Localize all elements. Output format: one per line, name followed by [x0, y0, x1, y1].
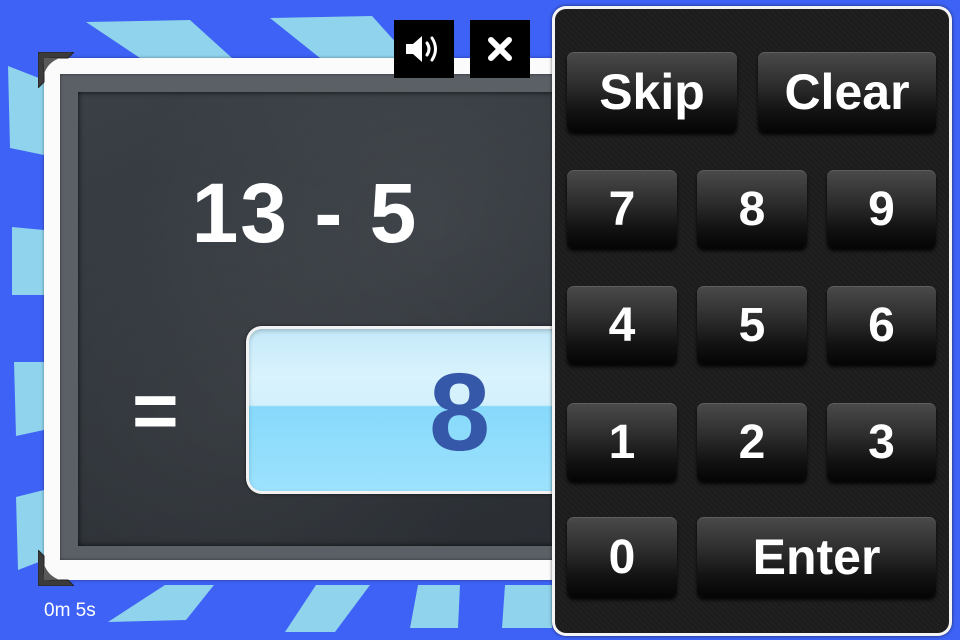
equals-sign: =: [132, 366, 179, 455]
key-3[interactable]: 3: [827, 403, 936, 481]
answer-field[interactable]: 8: [246, 326, 586, 494]
key-7[interactable]: 7: [567, 170, 677, 248]
clear-button[interactable]: Clear: [758, 52, 936, 132]
answer-value: 8: [429, 351, 491, 474]
elapsed-timer: 0m 5s: [44, 600, 96, 621]
frame-corner-top-left: [38, 52, 74, 88]
keypad-panel: Skip Clear 7 8 9 4 5 6 1 2 3 0 Enter: [552, 6, 952, 636]
key-8[interactable]: 8: [697, 170, 807, 248]
keypad-surface: Skip Clear 7 8 9 4 5 6 1 2 3 0 Enter: [555, 9, 949, 633]
key-5[interactable]: 5: [697, 286, 807, 364]
frame-corner-bottom-left: [38, 550, 74, 586]
key-9[interactable]: 9: [827, 170, 936, 248]
key-1[interactable]: 1: [567, 403, 677, 481]
key-6[interactable]: 6: [827, 286, 936, 364]
sound-button[interactable]: [394, 20, 454, 78]
key-2[interactable]: 2: [697, 403, 807, 481]
close-button[interactable]: [470, 20, 530, 78]
enter-button[interactable]: Enter: [697, 517, 936, 597]
close-icon: [488, 37, 512, 61]
speaker-icon: [406, 36, 437, 62]
key-4[interactable]: 4: [567, 286, 677, 364]
problem-expression: 13 - 5: [191, 166, 419, 260]
key-0[interactable]: 0: [567, 517, 677, 597]
chalkboard-frame: [44, 58, 584, 580]
skip-button[interactable]: Skip: [567, 52, 737, 132]
